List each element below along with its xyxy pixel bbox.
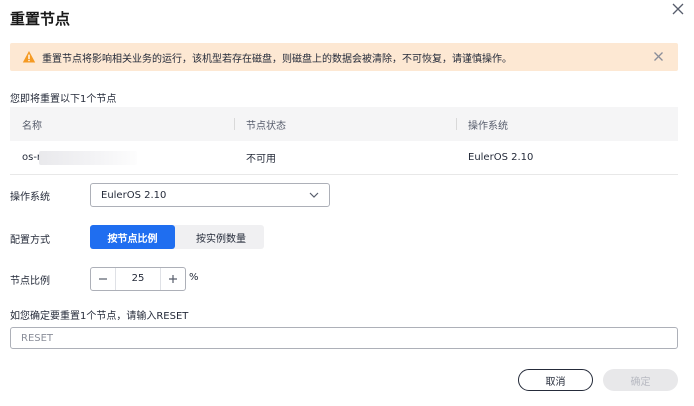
column-divider [456,118,457,130]
minus-icon [99,278,107,280]
reset-node-dialog: 重置节点 重置节点将影响相关业务的运行，该机型若存在磁盘，则磁盘上的数据会被清除… [0,0,694,406]
alert-message: 重置节点将影响相关业务的运行，该机型若存在磁盘，则磁盘上的数据会被清除，不可恢复… [42,53,512,65]
alert-close-icon[interactable] [653,51,664,62]
decrement-button[interactable] [91,268,115,290]
ratio-label: 节点比例 [10,276,50,287]
column-header-os: 操作系统 [468,120,508,132]
warning-icon [22,51,36,63]
node-status: 不可用 [246,154,276,165]
chevron-down-icon [309,192,319,198]
ratio-input[interactable]: 25 [115,268,161,290]
ratio-stepper: 25 [90,267,186,291]
config-mode-toggle: 按节点比例 按实例数量 [90,225,264,249]
column-header-name: 名称 [22,120,42,132]
close-icon[interactable] [670,1,686,17]
column-header-status: 节点状态 [246,120,286,132]
os-select[interactable]: EulerOS 2.10 [90,183,330,207]
by-instance-count-button[interactable]: 按实例数量 [178,225,264,249]
plus-icon [169,275,177,283]
node-os: EulerOS 2.10 [468,152,534,163]
by-node-ratio-button[interactable]: 按节点比例 [90,225,175,249]
redacted-name-mask [39,151,137,165]
percent-unit: % [189,272,199,283]
os-label: 操作系统 [10,192,50,203]
node-table: 名称 节点状态 操作系统 os-r 不可用 EulerOS 2.10 [10,107,678,175]
table-row: os-r 不可用 EulerOS 2.10 [10,141,678,175]
confirm-input[interactable] [10,327,678,349]
intro-text: 您即将重置以下1个节点 [10,94,117,105]
confirm-label: 如您确定要重置1个节点，请输入RESET [10,311,189,322]
increment-button[interactable] [161,268,185,290]
cancel-button[interactable]: 取消 [518,369,593,391]
config-label: 配置方式 [10,235,50,246]
column-divider [234,118,235,130]
warning-alert: 重置节点将影响相关业务的运行，该机型若存在磁盘，则磁盘上的数据会被清除，不可恢复… [10,43,678,71]
table-header: 名称 节点状态 操作系统 [10,107,678,141]
os-select-value: EulerOS 2.10 [101,189,167,201]
ok-button[interactable]: 确定 [603,369,678,391]
dialog-title: 重置节点 [10,10,71,28]
